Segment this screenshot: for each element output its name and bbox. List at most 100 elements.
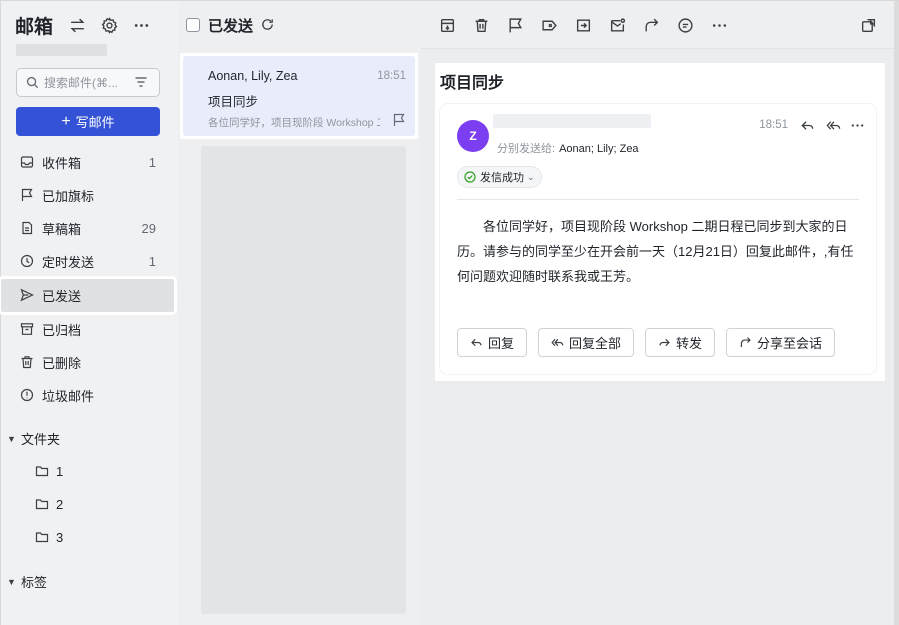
compose-label: 写邮件 [75, 115, 115, 130]
message-subject: 项目同步 [208, 95, 259, 109]
reply-icon[interactable] [798, 116, 816, 134]
forward-icon [658, 336, 672, 350]
mail-body: 各位同学好，项目现阶段 Workshop 二期日程已同步到大家的日历。请参与的同… [457, 219, 854, 284]
more-icon[interactable] [848, 116, 866, 134]
sender-name-redacted [493, 114, 651, 128]
folder-icon [35, 464, 50, 479]
folder-item[interactable]: 3 [1, 521, 178, 554]
nav-label: 草稿箱 [42, 222, 82, 237]
nav-label: 已归档 [42, 323, 82, 338]
reply-actions: 回复 回复全部 转发 分享至会话 [457, 328, 846, 357]
nav-inbox[interactable]: 收件箱 1 [1, 146, 178, 179]
share-to-chat-button[interactable]: 分享至会话 [726, 328, 836, 357]
nav-count: 1 [148, 155, 156, 170]
reading-pane: 项目同步 Z 分别发送给: Aonan; Lily; Zea 18:51 发信成功… [421, 1, 899, 625]
sidebar: 邮箱 搜索邮件(⌘... + 写邮件 收件箱 1 已加旗标 草稿箱 29 定时发… [0, 1, 178, 625]
nav-label: 收件箱 [42, 156, 82, 171]
check-circle-icon [464, 171, 476, 183]
folder-item[interactable]: 1 [1, 455, 178, 488]
trash-icon [20, 355, 35, 370]
tag-icon[interactable] [539, 15, 559, 35]
forward-button[interactable]: 转发 [645, 328, 716, 357]
more-icon[interactable] [709, 15, 729, 35]
nav-flagged[interactable]: 已加旗标 [1, 179, 178, 212]
nav-label: 已发送 [42, 289, 82, 304]
send-icon [20, 288, 35, 303]
nav-label: 定时发送 [42, 255, 95, 270]
folder-label: 1 [56, 464, 64, 479]
settings-gear-icon[interactable] [99, 15, 119, 35]
reply-all-label: 回复全部 [569, 336, 622, 351]
share-icon [739, 336, 753, 350]
sidebar-header: 邮箱 [15, 11, 170, 39]
move-to-folder-icon[interactable] [573, 15, 593, 35]
search-input[interactable]: 搜索邮件(⌘... [16, 68, 160, 97]
list-title: 已发送 [208, 17, 254, 35]
flag-icon[interactable] [392, 113, 406, 127]
share-icon[interactable] [641, 15, 661, 35]
clock-icon [20, 254, 35, 269]
open-in-window-icon[interactable] [858, 15, 878, 35]
spam-icon [20, 388, 35, 403]
nav-scheduled[interactable]: 定时发送 1 [1, 245, 178, 278]
compose-button[interactable]: + 写邮件 [16, 107, 160, 136]
nav-count: 29 [141, 221, 156, 236]
share-label: 分享至会话 [757, 336, 823, 351]
account-name-redacted [16, 44, 107, 56]
refresh-icon[interactable] [260, 17, 276, 33]
message-row-selected[interactable]: Aonan, Lily, Zea 18:51 项目同步 各位同学好，项目现阶段 … [183, 56, 415, 136]
recipients-label: 分别发送给: [497, 143, 556, 155]
section-label: 标签 [21, 575, 48, 590]
caret-down-icon: ▼ [7, 576, 16, 587]
message-sender: Aonan, Lily, Zea [208, 69, 298, 83]
plus-icon: + [61, 112, 71, 130]
reply-all-icon [551, 336, 565, 350]
reply-label: 回复 [488, 336, 515, 351]
nav-sent[interactable]: 已发送 [0, 276, 177, 315]
tags-section-toggle[interactable]: ▼ 标签 [1, 565, 178, 598]
reply-button[interactable]: 回复 [457, 328, 528, 357]
section-label: 文件夹 [21, 432, 61, 447]
folder-item[interactable]: 2 [1, 488, 178, 521]
archive-icon[interactable] [437, 15, 457, 35]
app-title: 邮箱 [15, 16, 54, 38]
flag-icon[interactable] [505, 15, 525, 35]
message-row[interactable]: Aonan, Lily, Zea 18:51 项目同步 各位同学好，项目现阶段 … [180, 53, 418, 139]
more-icon[interactable] [131, 15, 151, 35]
message-preview: 各位同学好，项目现阶段 Workshop 二期日程已同步到大家的日历 [208, 117, 380, 129]
chevron-down-icon: ⌄ [527, 171, 535, 182]
nav-drafts[interactable]: 草稿箱 29 [1, 212, 178, 245]
nav-deleted[interactable]: 已删除 [1, 346, 178, 379]
reply-icon [470, 336, 484, 350]
trash-icon[interactable] [471, 15, 491, 35]
folders-section-toggle[interactable]: ▼ 文件夹 [1, 422, 178, 455]
folder-icon [35, 530, 50, 545]
mail-time: 18:51 [759, 119, 788, 131]
select-all-checkbox[interactable] [186, 18, 200, 32]
archive-icon [20, 322, 35, 337]
search-placeholder: 搜索邮件(⌘... [44, 76, 118, 90]
folder-icon [35, 497, 50, 512]
nav-count: 1 [148, 254, 156, 269]
nav-label: 已加旗标 [42, 189, 95, 204]
nav-archived[interactable]: 已归档 [1, 313, 178, 346]
folder-nav: 收件箱 1 已加旗标 草稿箱 29 定时发送 1 已发送 已归档 已删除 垃圾邮… [0, 146, 178, 598]
nav-spam[interactable]: 垃圾邮件 [1, 379, 178, 412]
reply-all-button[interactable]: 回复全部 [538, 328, 635, 357]
filter-icon[interactable] [134, 75, 150, 91]
send-status-badge[interactable]: 发信成功 ⌄ [457, 166, 542, 188]
mark-unread-icon[interactable] [607, 15, 627, 35]
switch-account-icon[interactable] [67, 15, 87, 35]
caret-down-icon: ▼ [7, 433, 16, 444]
nav-label: 垃圾邮件 [42, 389, 95, 404]
blurred-message-list [201, 146, 406, 614]
comment-icon[interactable] [675, 15, 695, 35]
status-text: 发信成功 [480, 172, 524, 184]
search-icon [26, 76, 39, 89]
flag-icon [20, 188, 35, 203]
inbox-icon [20, 155, 35, 170]
reply-all-icon[interactable] [824, 116, 842, 134]
list-header: 已发送 [186, 14, 276, 36]
recipients-line: 分别发送给: Aonan; Lily; Zea [497, 140, 639, 156]
avatar[interactable]: Z [457, 120, 489, 152]
